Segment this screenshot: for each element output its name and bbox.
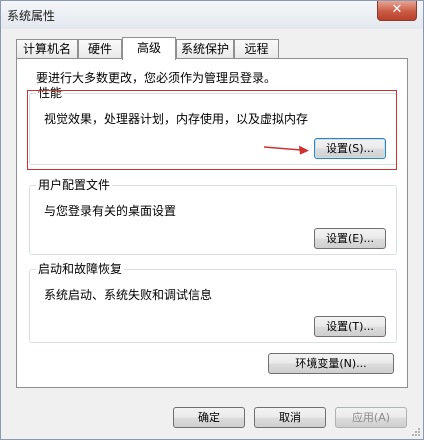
close-button[interactable]: ✕ — [377, 1, 417, 21]
performance-title: 性能 — [36, 86, 65, 100]
tab-system-protection[interactable]: 系统保护 — [176, 39, 234, 58]
resize-grip-icon[interactable] — [411, 427, 421, 437]
startup-recovery-description: 系统启动、系统失败和调试信息 — [44, 288, 213, 302]
tab-hardware[interactable]: 硬件 — [78, 39, 122, 58]
window-title: 系统属性 — [7, 9, 56, 23]
close-icon: ✕ — [391, 2, 403, 17]
startup-recovery-title: 启动和故障恢复 — [36, 262, 125, 276]
tab-computer-name[interactable]: 计算机名 — [16, 39, 78, 58]
title-bar: 系统属性 ✕ — [1, 1, 423, 29]
apply-button[interactable]: 应用(A) — [335, 407, 407, 428]
tab-remote[interactable]: 远程 — [234, 39, 279, 58]
environment-variables-button[interactable]: 环境变量(N)... — [268, 353, 394, 374]
startup-recovery-settings-button[interactable]: 设置(T)... — [314, 316, 386, 337]
user-profiles-title: 用户配置文件 — [36, 178, 113, 192]
user-profiles-group: 用户配置文件 与您登录有关的桌面设置 设置(E)... — [29, 178, 397, 255]
performance-group: 性能 视觉效果，处理器计划，内存使用，以及虚拟内存 设置(S)... — [29, 86, 397, 165]
annotation-arrow-icon — [263, 145, 309, 155]
admin-note: 要进行大多数更改，您必须作为管理员登录。 — [36, 71, 277, 85]
performance-settings-button[interactable]: 设置(S)... — [314, 138, 386, 159]
advanced-tab-panel: 要进行大多数更改，您必须作为管理员登录。 性能 视觉效果，处理器计划，内存使用，… — [16, 58, 408, 388]
ok-button[interactable]: 确定 — [173, 407, 245, 428]
tab-advanced[interactable]: 高级 — [122, 37, 176, 60]
user-profiles-settings-button[interactable]: 设置(E)... — [314, 228, 386, 249]
cancel-button[interactable]: 取消 — [254, 407, 326, 428]
system-properties-window: 系统属性 ✕ 计算机名 硬件 高级 系统保护 远程 要进行大多数更改，您必须作为… — [0, 0, 424, 440]
startup-recovery-group: 启动和故障恢复 系统启动、系统失败和调试信息 设置(T)... — [29, 262, 397, 343]
performance-description: 视觉效果，处理器计划，内存使用，以及虚拟内存 — [44, 112, 309, 126]
user-profiles-description: 与您登录有关的桌面设置 — [44, 204, 177, 218]
